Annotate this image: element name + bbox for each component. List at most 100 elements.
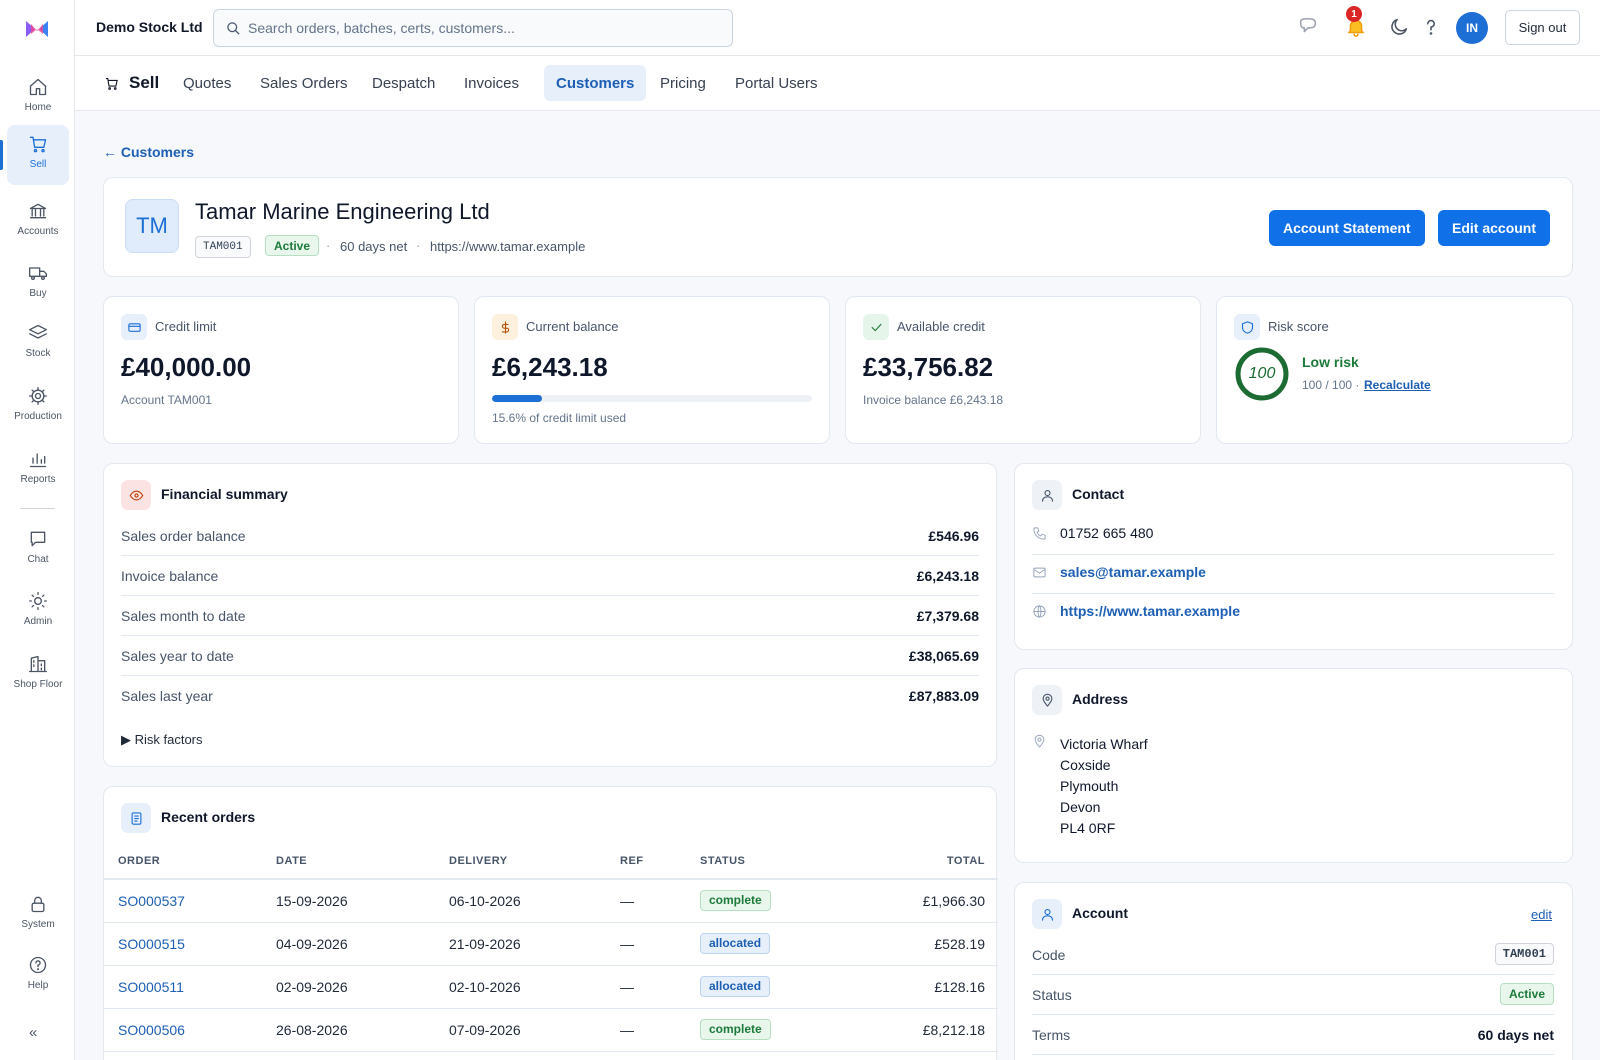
- sidebar-item-admin[interactable]: Admin: [7, 582, 69, 642]
- account-statement-button[interactable]: Account Statement: [1269, 210, 1425, 246]
- account-card: Account edit Code TAM001 Status Active T…: [1014, 882, 1573, 1060]
- section-title: Address: [1072, 691, 1129, 707]
- recalculate-link[interactable]: Recalculate: [1364, 378, 1431, 392]
- summary-label: Invoice balance: [121, 568, 219, 584]
- order-ref: —: [606, 965, 686, 1009]
- collapse-sidebar-button[interactable]: «: [29, 1024, 37, 1041]
- edit-account-button[interactable]: Edit account: [1438, 210, 1551, 246]
- section-title: Recent orders: [161, 809, 256, 825]
- account-code-badge: TAM001: [1494, 943, 1554, 965]
- dark-mode-toggle[interactable]: [1388, 16, 1410, 38]
- tab-customers[interactable]: Customers: [544, 65, 647, 101]
- global-search[interactable]: [213, 9, 733, 47]
- risk-score-number: 100: [1248, 365, 1276, 382]
- tab-portal-users[interactable]: Portal Users: [723, 65, 830, 101]
- order-link[interactable]: SO000506: [118, 1022, 185, 1038]
- contact-phone-row: 01752 665 480: [1032, 516, 1554, 555]
- account-field-label: Code: [1032, 947, 1066, 963]
- risk-level: Low risk: [1302, 354, 1359, 370]
- summary-label: Sales last year: [121, 688, 213, 704]
- search-icon: [227, 22, 240, 35]
- stat-label: Risk score: [1268, 319, 1329, 334]
- sidebar: Home Sell Accounts Buy Stock Production …: [0, 0, 75, 1060]
- table-row[interactable]: SO000537 15-09-2026 06-10-2026 — complet…: [104, 879, 998, 923]
- available-credit-value: £33,756.82: [863, 352, 994, 382]
- order-total: £528.19: [836, 922, 998, 966]
- sidebar-item-help[interactable]: Help: [7, 946, 69, 1006]
- order-link[interactable]: SO000511: [118, 979, 184, 995]
- order-ref: —: [606, 879, 686, 923]
- order-date: 04-09-2026: [262, 922, 435, 966]
- app-logo-icon[interactable]: [24, 18, 50, 40]
- column-header[interactable]: TOTAL: [836, 843, 998, 880]
- layers-icon: [29, 324, 47, 339]
- section-title: Account: [1072, 905, 1128, 921]
- customer-header-card: TM Tamar Marine Engineering Ltd TAM001 A…: [103, 177, 1573, 277]
- status-badge: allocated: [700, 933, 771, 954]
- sidebar-item-sell[interactable]: Sell: [7, 125, 69, 185]
- tab-quotes[interactable]: Quotes: [171, 65, 243, 101]
- order-delivery: 02-10-2026: [435, 965, 606, 1009]
- summary-value: £546.96: [928, 528, 979, 544]
- order-total: £1,966.30: [836, 879, 998, 923]
- sidebar-item-buy[interactable]: Buy: [7, 254, 69, 314]
- order-link[interactable]: SO000515: [118, 936, 185, 952]
- edit-account-link[interactable]: edit: [1531, 907, 1552, 922]
- sidebar-item-accounts[interactable]: Accounts: [7, 192, 69, 252]
- back-to-customers-link[interactable]: ← Customers: [103, 144, 194, 160]
- address-line: Devon: [1060, 799, 1101, 815]
- lock-icon: [31, 896, 45, 913]
- tab-sales-orders[interactable]: Sales Orders: [248, 65, 360, 101]
- messages-button[interactable]: [1297, 16, 1319, 38]
- sun-icon: [29, 592, 47, 610]
- sidebar-item-home[interactable]: Home: [7, 68, 69, 128]
- bank-icon: [29, 203, 47, 219]
- sidebar-item-label: System: [21, 919, 55, 930]
- mail-icon: [1033, 567, 1046, 578]
- sidebar-item-system[interactable]: System: [7, 885, 69, 945]
- tab-invoices[interactable]: Invoices: [452, 65, 531, 101]
- shield-icon: [1234, 314, 1260, 340]
- contact-website-link[interactable]: https://www.tamar.example: [1060, 603, 1240, 619]
- summary-label: Sales order balance: [121, 528, 246, 544]
- column-header[interactable]: ORDER: [104, 843, 262, 880]
- account-terms-row: Terms 60 days net: [1032, 1015, 1554, 1055]
- bar-chart-icon: [29, 453, 47, 468]
- summary-value: £6,243.18: [916, 568, 979, 584]
- sidebar-item-label: Home: [24, 102, 52, 113]
- summary-row: Sales year to date £38,065.69: [121, 636, 979, 676]
- sidebar-item-label: Stock: [25, 348, 51, 359]
- order-link[interactable]: SO000537: [118, 893, 185, 909]
- table-row[interactable]: SO000506 26-08-2026 07-09-2026 — complet…: [104, 1008, 998, 1052]
- search-input[interactable]: [248, 18, 718, 38]
- user-avatar[interactable]: IN: [1456, 12, 1488, 44]
- contact-email-link[interactable]: sales@tamar.example: [1060, 564, 1206, 580]
- chat-bubble-icon: [1299, 17, 1317, 33]
- contact-website-row: https://www.tamar.example: [1032, 594, 1554, 633]
- tab-pricing[interactable]: Pricing: [648, 65, 718, 101]
- sidebar-item-chat[interactable]: Chat: [7, 520, 69, 580]
- status-badge: complete: [700, 1019, 771, 1040]
- tab-despatch[interactable]: Despatch: [360, 65, 447, 101]
- risk-factors-toggle[interactable]: ▶ Risk factors: [121, 732, 203, 748]
- order-total: £8,212.18: [836, 1008, 998, 1052]
- column-header[interactable]: REF: [606, 843, 686, 880]
- section-title: Sell: [129, 73, 160, 92]
- chat-icon: [30, 531, 46, 547]
- summary-row: Sales last year £87,883.09: [121, 676, 979, 716]
- order-date: 02-09-2026: [262, 965, 435, 1009]
- topbar: Demo Stock Ltd: [75, 0, 1600, 56]
- table-row[interactable]: SO000515 04-09-2026 21-09-2026 — allocat…: [104, 922, 998, 966]
- column-header[interactable]: DELIVERY: [435, 843, 606, 880]
- sidebar-item-reports[interactable]: Reports: [7, 440, 69, 500]
- sidebar-item-shop-floor[interactable]: Shop Floor: [7, 645, 69, 705]
- sidebar-item-production[interactable]: Production: [7, 377, 69, 437]
- section-title: Financial summary: [161, 486, 288, 502]
- column-header[interactable]: DATE: [262, 843, 435, 880]
- sign-out-button[interactable]: Sign out: [1505, 10, 1580, 45]
- summary-row: Sales order balance £546.96: [121, 516, 979, 556]
- column-header[interactable]: STATUS: [686, 843, 836, 880]
- sidebar-item-stock[interactable]: Stock: [7, 314, 69, 374]
- table-row[interactable]: SO000511 02-09-2026 02-10-2026 — allocat…: [104, 965, 998, 1009]
- help-button[interactable]: [1420, 16, 1442, 38]
